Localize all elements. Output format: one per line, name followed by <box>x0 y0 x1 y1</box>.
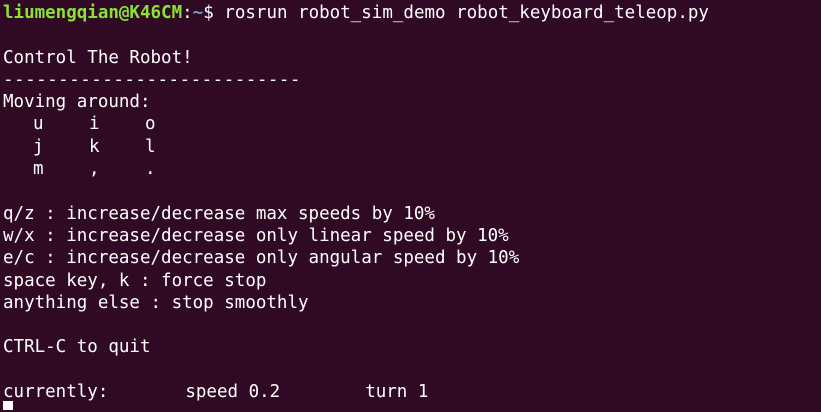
key-j: j <box>33 136 44 157</box>
key-period: . <box>145 159 156 180</box>
output-divider: --------------------------- <box>3 69 301 90</box>
prompt-path: ~ <box>192 3 204 23</box>
moving-header: Moving around: <box>3 92 151 113</box>
status-label: currently: <box>3 382 109 403</box>
prompt-separator: : <box>182 3 193 23</box>
help-line: anything else : stop smoothly <box>3 292 309 313</box>
text-cursor <box>3 401 13 410</box>
prompt-user-host: liumengqian@K46CM <box>3 3 183 23</box>
key-u: u <box>33 114 44 135</box>
prompt-symbol: $ <box>203 3 214 23</box>
help-line: w/x : increase/decrease only linear spee… <box>3 225 509 246</box>
key-i: i <box>89 114 100 135</box>
terminal-window[interactable]: liumengqian@K46CM:~$ rosrun robot_sim_de… <box>0 0 821 412</box>
turn-value: turn 1 <box>365 382 429 403</box>
status-line: currently: speed 0.2 turn 1 <box>3 381 821 403</box>
key-l: l <box>145 136 156 157</box>
quit-hint: CTRL-C to quit <box>3 337 151 358</box>
help-line: q/z : increase/decrease max speeds by 10… <box>3 203 435 224</box>
help-line: space key, k : force stop <box>3 270 267 291</box>
command-text: rosrun robot_sim_demo robot_keyboard_tel… <box>213 3 709 23</box>
key-row-1: uio <box>3 113 821 135</box>
key-row-2: j k l <box>3 136 821 158</box>
output-title: Control The Robot! <box>3 47 193 68</box>
key-m: m <box>33 159 44 180</box>
key-row-3: m,. <box>3 158 821 180</box>
prompt-line: liumengqian@K46CM:~$ rosrun robot_sim_de… <box>3 2 821 24</box>
key-o: o <box>145 114 156 135</box>
key-comma: , <box>89 159 100 180</box>
key-k: k <box>89 136 100 157</box>
help-line: e/c : increase/decrease only angular spe… <box>3 248 520 269</box>
speed-value: speed 0.2 <box>185 382 281 403</box>
